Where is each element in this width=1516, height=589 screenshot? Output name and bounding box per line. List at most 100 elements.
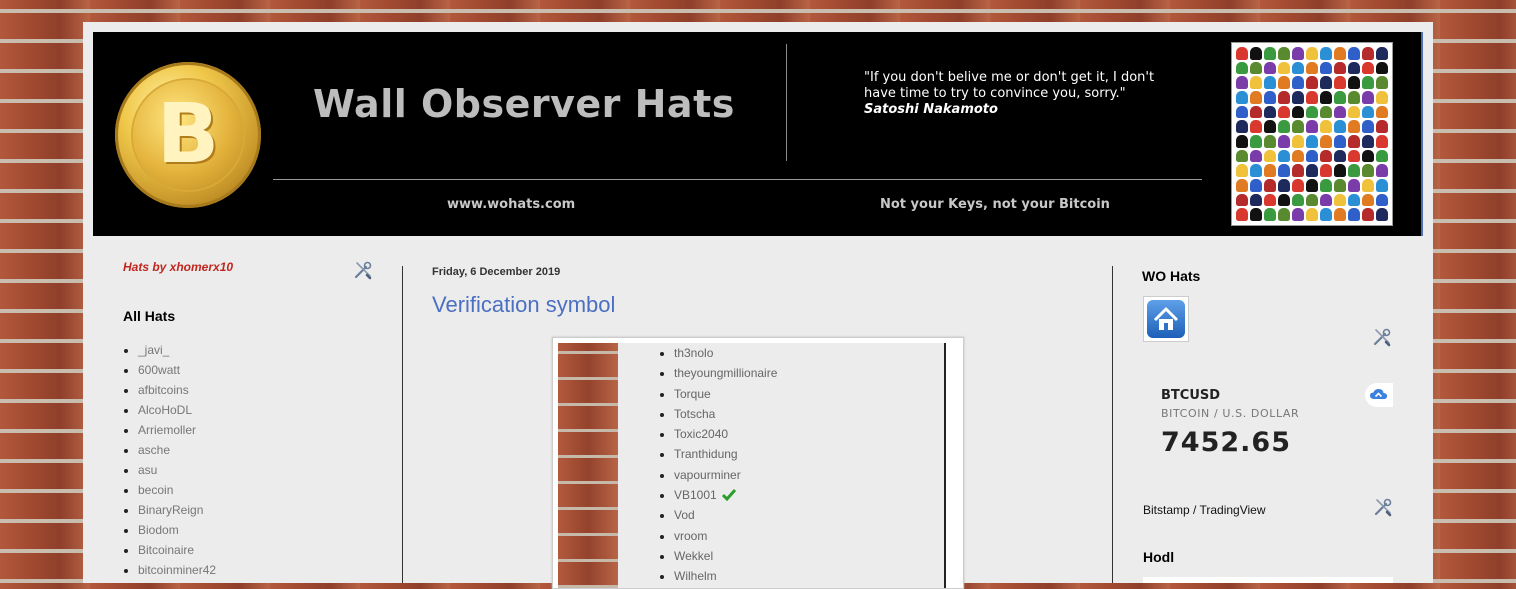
hat-list-item[interactable]: 600watt — [138, 360, 383, 380]
hat-list-item[interactable]: _javi_ — [138, 340, 383, 360]
image-border — [944, 343, 946, 588]
hat-thumbnail — [1236, 149, 1248, 163]
post-title[interactable]: Verification symbol — [432, 292, 1092, 318]
site-url: www.wohats.com — [447, 197, 576, 212]
hat-thumbnail — [1236, 105, 1248, 119]
hat-thumbnail — [1320, 120, 1332, 133]
hat-thumbnail — [1292, 61, 1304, 75]
hat-thumbnail — [1250, 90, 1262, 104]
hat-thumbnail — [1348, 105, 1360, 119]
user-name: vroom — [674, 528, 708, 543]
user-list-item: Toxic2040 — [674, 424, 777, 444]
hat-thumbnail — [1292, 105, 1304, 119]
user-name: Vod — [674, 508, 695, 523]
hat-thumbnail — [1320, 76, 1332, 89]
right-sidebar: WO Hats — [1142, 260, 1394, 284]
hat-list-item[interactable]: asu — [138, 460, 383, 480]
hat-list-item[interactable]: Arriemoller — [138, 420, 383, 440]
wrench-screwdriver-icon[interactable] — [1372, 327, 1392, 347]
btc-ticker-widget[interactable]: BTCUSD BITCOIN / U.S. DOLLAR 7452.65 — [1143, 372, 1393, 472]
brick-strip — [558, 343, 618, 588]
user-name: Toxic2040 — [674, 427, 729, 442]
ticker-symbol: BTCUSD — [1161, 388, 1221, 403]
user-name: theyoungmillionaire — [674, 366, 778, 381]
hat-list-item[interactable]: becoin — [138, 480, 383, 500]
hat-thumbnail — [1292, 208, 1304, 221]
hat-thumbnail — [1250, 120, 1262, 133]
hat-thumbnail — [1376, 178, 1388, 192]
hat-thumbnail — [1236, 134, 1248, 148]
hat-list-item[interactable]: AlcoHoDL — [138, 400, 383, 420]
user-list-item: Vod — [674, 505, 777, 525]
post-image[interactable]: th3nolo theyoungmillionaire Torque Totscha T… — [552, 337, 964, 589]
hat-list-item[interactable]: Biodom — [138, 520, 383, 540]
cloud-button[interactable] — [1365, 383, 1393, 407]
all-hats-list: _javi_600wattafbitcoinsAlcoHoDLArriemoll… — [123, 340, 383, 580]
hat-thumbnail — [1376, 76, 1388, 89]
hat-thumbnail — [1348, 61, 1360, 75]
hat-list-item[interactable]: bitcoinminer42 — [138, 560, 383, 580]
hat-thumbnail — [1376, 193, 1388, 207]
hat-thumbnail — [1236, 208, 1248, 221]
home-icon — [1153, 307, 1179, 330]
user-list-item: Wilhelm — [674, 566, 777, 586]
home-button[interactable] — [1143, 296, 1189, 342]
hat-thumbnail — [1320, 105, 1332, 119]
hat-thumbnail — [1362, 120, 1374, 133]
hat-thumbnail — [1292, 193, 1304, 207]
user-list-item: th3nolo — [674, 343, 777, 363]
verified-check-icon — [721, 489, 736, 502]
hat-thumbnail — [1334, 120, 1346, 133]
hat-thumbnail — [1320, 149, 1332, 163]
hat-thumbnail — [1292, 134, 1304, 148]
hat-list-item[interactable]: afbitcoins — [138, 380, 383, 400]
user-list-item: vroom — [674, 526, 777, 546]
hat-thumbnail — [1278, 61, 1290, 75]
hat-thumbnail — [1250, 208, 1262, 221]
hat-thumbnail — [1250, 76, 1262, 89]
header-quote: "If you don't belive me or don't get it,… — [864, 70, 1164, 118]
hat-thumbnail — [1320, 47, 1332, 60]
hat-thumbnail — [1306, 90, 1318, 104]
hat-thumbnail — [1376, 90, 1388, 104]
hat-thumbnail — [1236, 61, 1248, 75]
hat-thumbnail — [1236, 47, 1248, 60]
wrench-screwdriver-icon[interactable] — [353, 260, 373, 280]
hat-thumbnail — [1236, 76, 1248, 89]
column-divider-left — [402, 266, 403, 583]
all-hats-title: All Hats — [123, 308, 176, 324]
user-list-item: Wekkel — [674, 546, 777, 566]
hat-thumbnail — [1236, 164, 1248, 177]
hat-thumbnail — [1362, 90, 1374, 104]
hat-thumbnail — [1292, 76, 1304, 89]
hat-thumbnail — [1334, 208, 1346, 221]
hat-list-item[interactable]: BinaryReign — [138, 500, 383, 520]
left-sidebar: Hats by xhomerx10 All Hats _javi_600watt… — [123, 260, 383, 580]
user-name: Wekkel — [674, 548, 714, 563]
hat-thumbnail — [1306, 164, 1318, 177]
bitcoin-coin-icon: B — [115, 62, 261, 208]
hat-list-item[interactable]: asche — [138, 440, 383, 460]
hat-thumbnail — [1250, 47, 1262, 60]
hat-thumbnail — [1376, 105, 1388, 119]
hat-thumbnail — [1278, 105, 1290, 119]
wo-hats-title: WO Hats — [1142, 268, 1201, 284]
hat-list-item[interactable]: Bitcoinaire — [138, 540, 383, 560]
wrench-screwdriver-icon[interactable] — [1373, 497, 1393, 517]
hat-thumbnail — [1334, 134, 1346, 148]
header-divider — [786, 44, 787, 161]
hat-thumbnail — [1320, 164, 1332, 177]
hat-thumbnail — [1334, 193, 1346, 207]
site-title[interactable]: Wall Observer Hats — [313, 82, 735, 126]
user-name: Tranthidung — [674, 447, 738, 462]
hat-thumbnail — [1264, 76, 1276, 89]
hat-thumbnail — [1278, 76, 1290, 89]
hat-thumbnail — [1334, 76, 1346, 89]
hat-thumbnail — [1362, 149, 1374, 163]
hat-thumbnail — [1250, 61, 1262, 75]
user-name: Wilhelm — [674, 569, 717, 584]
ticker-source-link[interactable]: Bitstamp / TradingView — [1143, 503, 1266, 517]
quote-author: Satoshi Nakamoto — [864, 102, 998, 117]
hat-thumbnail — [1348, 76, 1360, 89]
hat-thumbnail — [1250, 149, 1262, 163]
